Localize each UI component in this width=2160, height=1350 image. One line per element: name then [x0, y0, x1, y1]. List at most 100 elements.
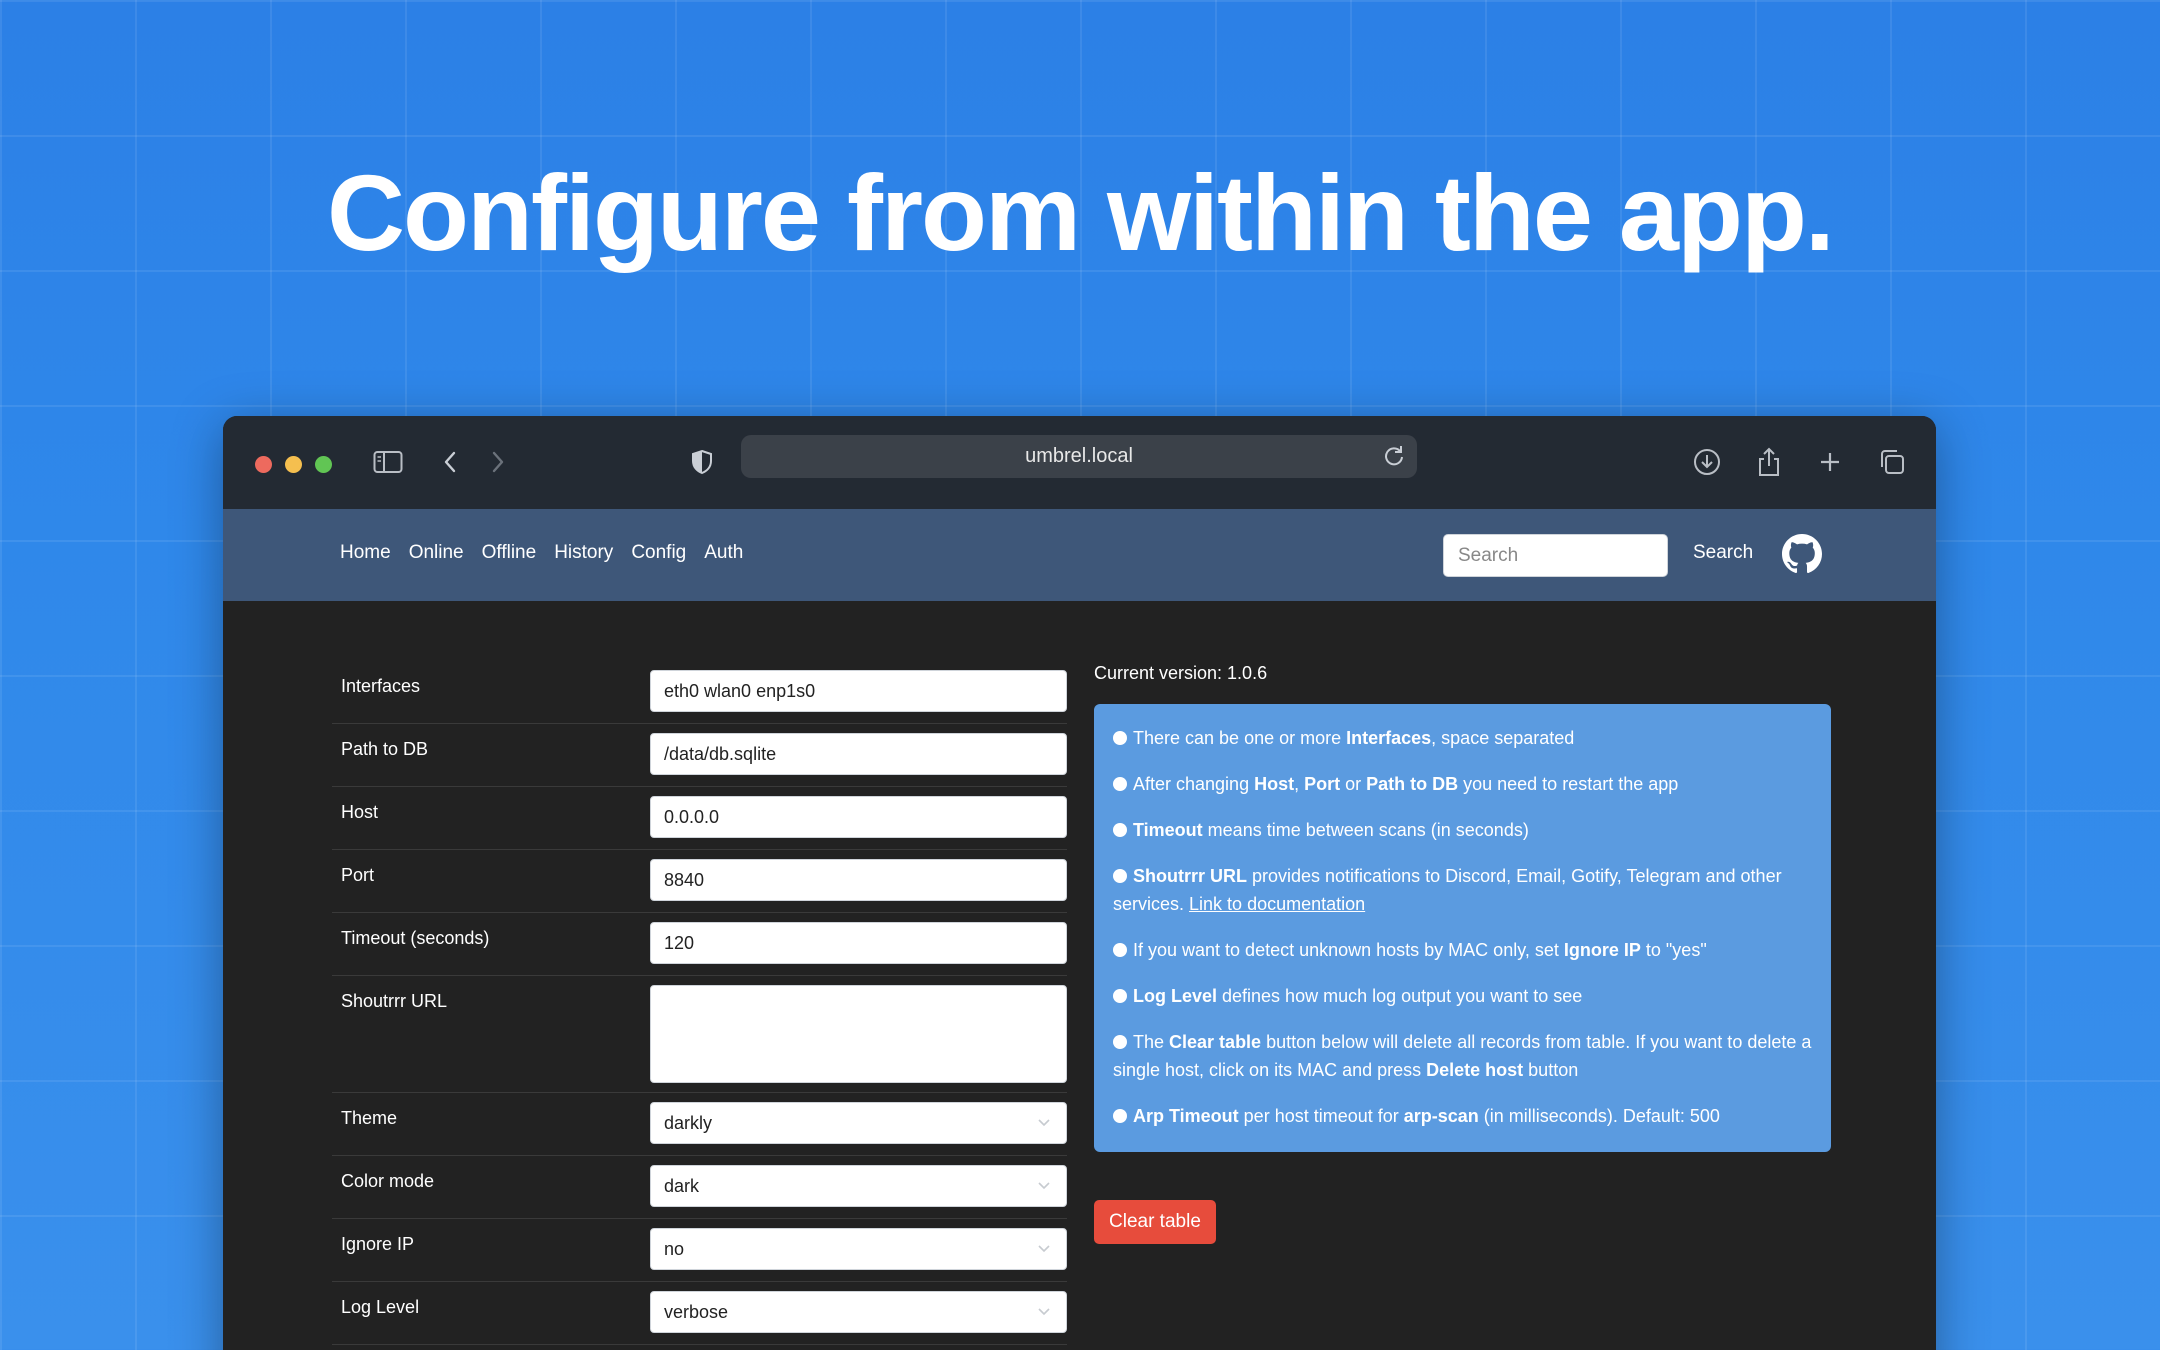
port-input[interactable]: 8840 [650, 859, 1067, 901]
chevron-down-icon [1038, 1308, 1050, 1316]
bullet-icon [1113, 731, 1127, 745]
minimize-window-button[interactable] [285, 456, 302, 473]
field-value: 120 [664, 932, 695, 953]
field-label: Path to DB [341, 739, 429, 759]
search-input[interactable] [1443, 534, 1668, 577]
help-text: Interfaces [1346, 728, 1432, 748]
help-box: There can be one or more Interfaces, spa… [1094, 704, 1831, 1152]
timeout-input[interactable]: 120 [650, 922, 1067, 964]
nav-links: Home Online Offline History Config Auth [340, 542, 761, 564]
help-text: If you want to detect unknown hosts by M… [1133, 940, 1564, 960]
current-version: Current version: 1.0.6 [1094, 663, 1268, 683]
documentation-link[interactable]: Link to documentation [1189, 894, 1365, 914]
back-icon[interactable] [432, 444, 468, 480]
config-form: Interfaces eth0 wlan0 enp1s0 Path to DB … [332, 661, 1067, 1345]
form-row-log-level: Log Level verbose [332, 1282, 1067, 1345]
help-text: Ignore IP [1563, 940, 1641, 960]
help-text: Shoutrrr URL [1133, 866, 1247, 886]
shield-icon[interactable] [684, 444, 720, 480]
zoom-window-button[interactable] [315, 456, 332, 473]
sidebar-icon[interactable] [370, 444, 406, 480]
help-text: Path to DB [1366, 774, 1459, 794]
field-label: Theme [341, 1108, 398, 1128]
tabs-overview-icon[interactable] [1874, 444, 1910, 480]
nav-link-auth[interactable]: Auth [704, 542, 743, 564]
nav-link-offline[interactable]: Offline [482, 542, 537, 564]
help-text: Delete host [1426, 1060, 1524, 1080]
search-button[interactable]: Search [1693, 542, 1753, 564]
help-text: Arp Timeout [1133, 1106, 1239, 1126]
help-text: (in milliseconds). Default: 500 [1478, 1106, 1720, 1126]
help-text: per host timeout for [1238, 1106, 1404, 1126]
form-row-port: Port 8840 [332, 850, 1067, 913]
new-tab-icon[interactable] [1812, 444, 1848, 480]
browser-titlebar: umbrel.local [223, 416, 1936, 509]
form-row-timeout: Timeout (seconds) 120 [332, 913, 1067, 976]
bullet-icon [1113, 1109, 1127, 1123]
help-text: Log Level [1133, 986, 1218, 1006]
help-text: defines how much log output you want to … [1217, 986, 1583, 1006]
chevron-down-icon [1038, 1119, 1050, 1127]
field-label: Shoutrrr URL [341, 991, 448, 1011]
nav-link-config[interactable]: Config [631, 542, 686, 564]
help-text: Timeout [1133, 820, 1203, 840]
hero-title: Configure from within the app. [327, 152, 1835, 273]
field-value: 8840 [664, 869, 705, 890]
address-bar[interactable]: umbrel.local [741, 435, 1417, 478]
field-label: Timeout (seconds) [341, 928, 490, 948]
info-panel: Current version: 1.0.6 There can be one … [1094, 661, 1831, 1244]
form-row-interfaces: Interfaces eth0 wlan0 enp1s0 [332, 661, 1067, 724]
interfaces-input[interactable]: eth0 wlan0 enp1s0 [650, 670, 1067, 712]
help-text: Port [1304, 774, 1341, 794]
field-value: eth0 wlan0 enp1s0 [664, 680, 816, 701]
clear-table-button[interactable]: Clear table [1094, 1200, 1216, 1244]
form-row-host: Host 0.0.0.0 [332, 787, 1067, 850]
nav-link-home[interactable]: Home [340, 542, 391, 564]
shoutrrr-url-textarea[interactable] [650, 985, 1067, 1083]
nav-link-history[interactable]: History [554, 542, 613, 564]
form-row-ignore-ip: Ignore IP no [332, 1219, 1067, 1282]
nav-link-online[interactable]: Online [409, 542, 464, 564]
bullet-icon [1113, 869, 1127, 883]
path-to-db-input[interactable]: /data/db.sqlite [650, 733, 1067, 775]
app-navbar: Home Online Offline History Config Auth … [223, 509, 1936, 601]
bullet-icon [1113, 989, 1127, 1003]
bullet-icon [1113, 823, 1127, 837]
log-level-select[interactable]: verbose [650, 1291, 1067, 1333]
bullet-icon [1113, 1035, 1127, 1049]
help-text: you need to restart the app [1458, 774, 1679, 794]
field-value: no [664, 1238, 685, 1259]
field-value: 0.0.0.0 [664, 806, 720, 827]
ignore-ip-select[interactable]: no [650, 1228, 1067, 1270]
reload-icon[interactable] [1381, 443, 1407, 469]
bullet-icon [1113, 943, 1127, 957]
field-label: Host [341, 802, 379, 822]
chevron-down-icon [1038, 1182, 1050, 1190]
field-value: /data/db.sqlite [664, 743, 777, 764]
field-value: verbose [664, 1301, 729, 1322]
help-item: After changing Host, Port or Path to DB … [1113, 770, 1813, 798]
color-mode-select[interactable]: dark [650, 1165, 1067, 1207]
help-item: Timeout means time between scans (in sec… [1113, 816, 1813, 844]
help-text: or [1340, 774, 1367, 794]
browser-window: umbrel.local Home Online Offline History… [223, 416, 1936, 1350]
help-item: The Clear table button below will delete… [1113, 1028, 1813, 1084]
help-text: There can be one or more [1133, 728, 1347, 748]
address-bar-url: umbrel.local [1025, 445, 1133, 467]
help-text: , [1294, 774, 1305, 794]
share-icon[interactable] [1751, 444, 1787, 480]
help-text: means time between scans (in seconds) [1202, 820, 1529, 840]
download-icon[interactable] [1689, 444, 1725, 480]
close-window-button[interactable] [255, 456, 272, 473]
theme-select[interactable]: darkly [650, 1102, 1067, 1144]
bullet-icon [1113, 777, 1127, 791]
field-label: Interfaces [341, 676, 421, 696]
github-icon[interactable] [1782, 534, 1822, 574]
forward-icon[interactable] [480, 444, 516, 480]
help-item: There can be one or more Interfaces, spa… [1113, 724, 1813, 752]
help-text: button [1523, 1060, 1579, 1080]
field-value: darkly [664, 1112, 713, 1133]
help-item: Shoutrrr URL provides notifications to D… [1113, 862, 1813, 918]
host-input[interactable]: 0.0.0.0 [650, 796, 1067, 838]
field-label: Ignore IP [341, 1234, 415, 1254]
